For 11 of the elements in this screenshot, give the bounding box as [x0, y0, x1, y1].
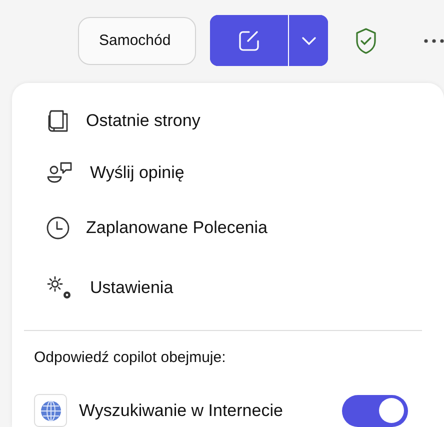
- menu-item-label: Wyślij opinię: [90, 163, 184, 183]
- menu-item[interactable]: Wyślij opinię: [34, 147, 420, 199]
- section-title: Odpowiedź copilot obejmuje:: [34, 348, 227, 368]
- option-label: Wyszukiwanie w Internecie: [79, 400, 284, 420]
- menu-item[interactable]: Ustawienia: [34, 256, 420, 320]
- menu-item-label: Zaplanowane Polecenia: [86, 218, 268, 238]
- menu-item[interactable]: Ostatnie strony: [34, 95, 420, 147]
- menu-item[interactable]: Zaplanowane Polecenia: [34, 199, 420, 256]
- menu-item-label: Ostatnie strony: [86, 111, 200, 131]
- menu-item-label: Ustawienia: [90, 278, 174, 298]
- profile-button[interactable]: Samochód: [78, 16, 196, 64]
